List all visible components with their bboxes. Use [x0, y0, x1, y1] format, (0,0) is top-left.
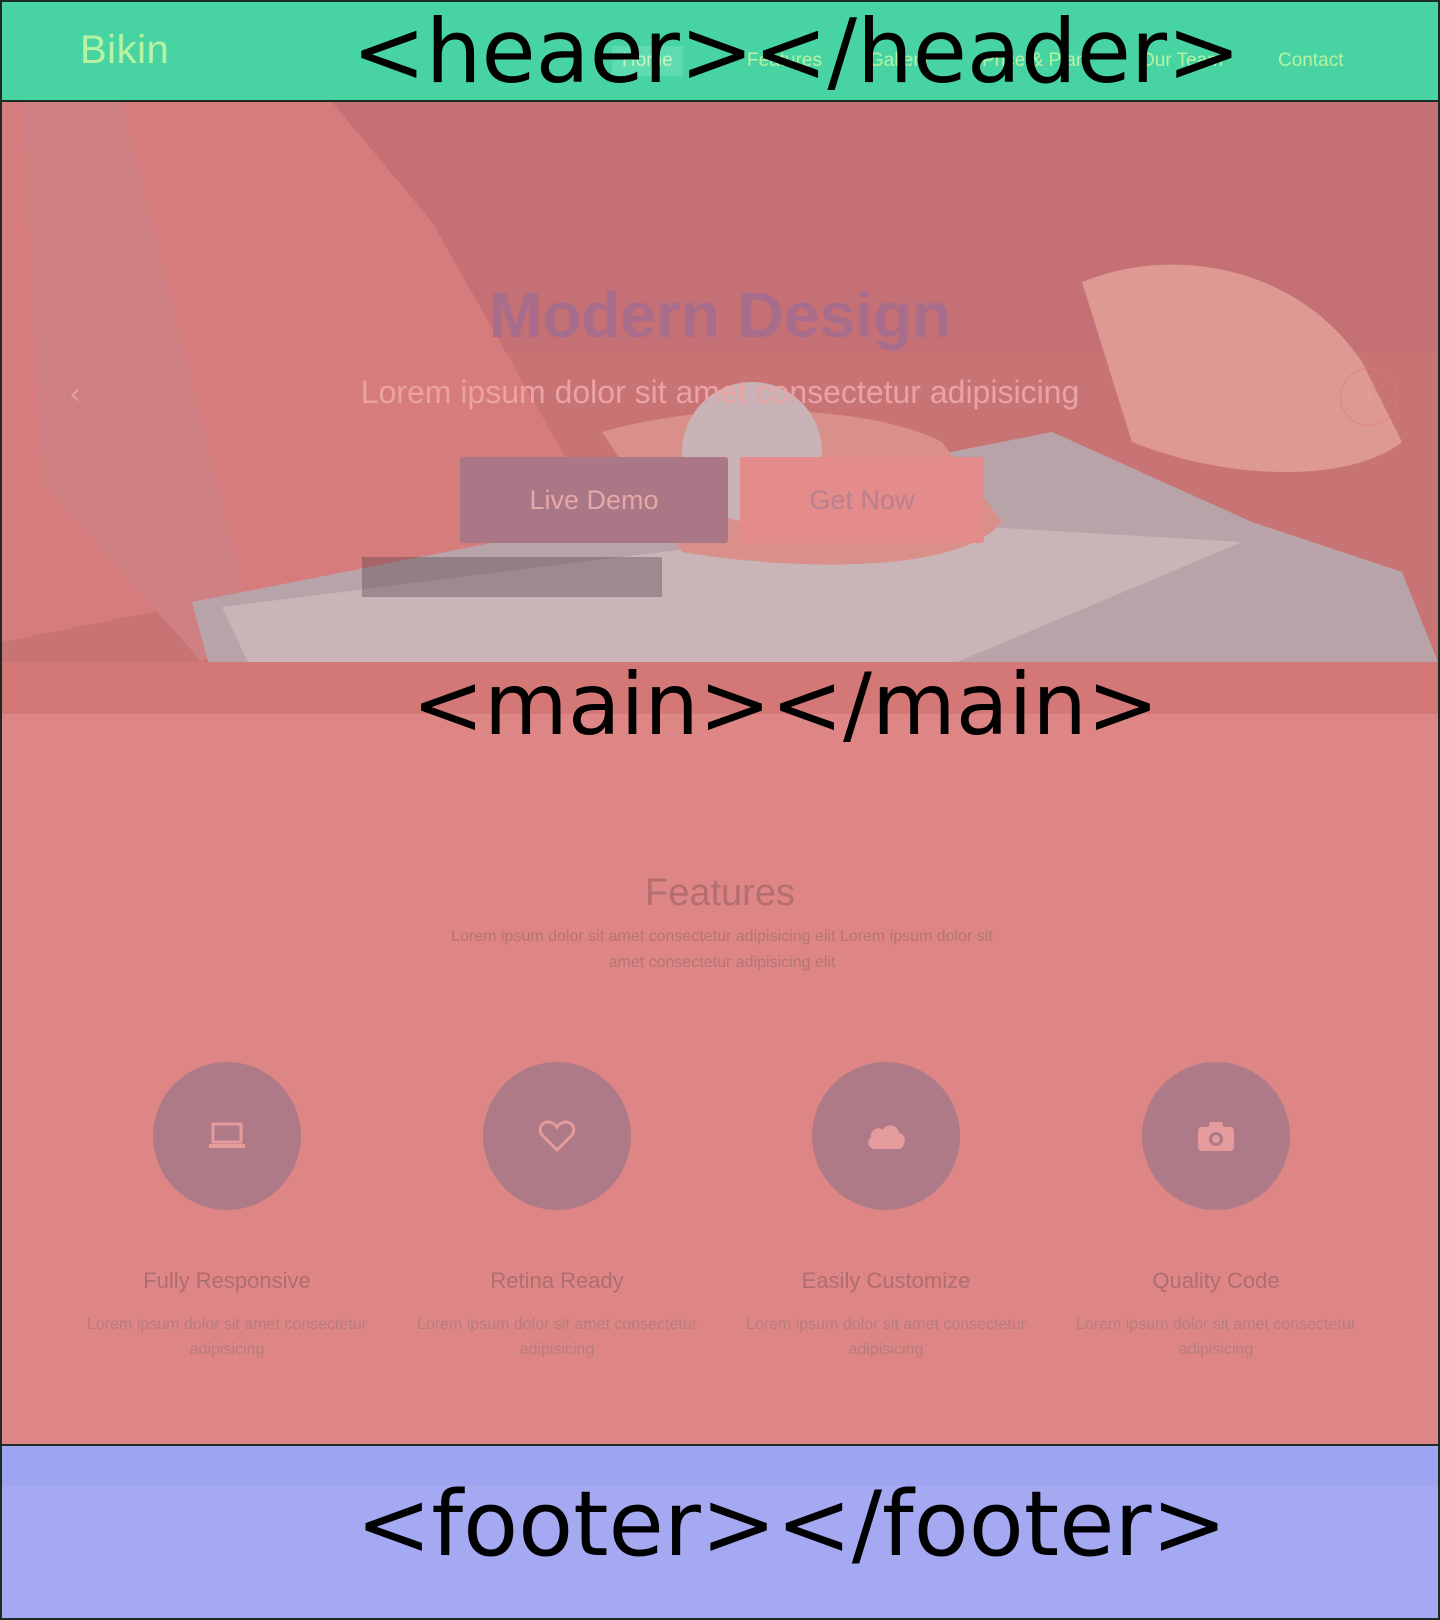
camera-icon	[1198, 1122, 1234, 1151]
features-description: Lorem ipsum dolor sit amet consectetur a…	[451, 928, 993, 971]
feature-description: Lorem ipsum dolor sit amet consectetur a…	[1075, 1316, 1357, 1358]
hero-subtitle: Lorem ipsum dolor sit amet consectetur a…	[360, 374, 1080, 410]
main-nav: Home Features Gallery Price & Plan Our T…	[2, 46, 1438, 76]
laptop-icon	[209, 1122, 245, 1148]
feature-icon-circle	[812, 1062, 960, 1210]
footer-top-band	[2, 1446, 1438, 1486]
feature-card: Easily Customize Lorem ipsum dolor sit a…	[721, 1062, 1051, 1362]
feature-description: Lorem ipsum dolor sit amet consectetur a…	[86, 1316, 368, 1358]
live-demo-button[interactable]: Live Demo	[460, 457, 728, 543]
nav-home[interactable]: Home	[612, 46, 683, 76]
nav-our-team[interactable]: Our Team	[1130, 46, 1233, 76]
nav-gallery[interactable]: Gallery	[859, 46, 939, 76]
feature-icon-circle	[483, 1062, 631, 1210]
feature-title: Fully Responsive	[143, 1268, 311, 1293]
main-content: Modern Design Lorem ipsum dolor sit amet…	[0, 102, 1440, 1446]
nav-price-plan[interactable]: Price & Plan	[972, 46, 1097, 76]
feature-card: Quality Code Lorem ipsum dolor sit amet …	[1051, 1062, 1381, 1362]
feature-description: Lorem ipsum dolor sit amet consectetur a…	[416, 1316, 698, 1358]
feature-description: Lorem ipsum dolor sit amet consectetur a…	[745, 1316, 1027, 1358]
feature-title: Retina Ready	[490, 1268, 624, 1293]
site-header: Bikin Home Features Gallery Price & Plan…	[0, 0, 1440, 102]
feature-icon-circle	[1142, 1062, 1290, 1210]
hero-title: Modern Design	[488, 279, 952, 351]
prev-slide-arrow-icon[interactable]: ‹	[46, 368, 104, 426]
feature-card: Retina Ready Lorem ipsum dolor sit amet …	[392, 1062, 722, 1362]
feature-title: Quality Code	[1152, 1268, 1280, 1293]
next-slide-arrow-icon[interactable]: ›	[1340, 368, 1398, 426]
nav-features[interactable]: Features	[737, 46, 832, 76]
hero-slider: Modern Design Lorem ipsum dolor sit amet…	[2, 102, 1438, 714]
features-title: Features	[645, 872, 795, 914]
nav-contact[interactable]: Contact	[1268, 46, 1353, 76]
feature-icon-circle	[153, 1062, 301, 1210]
cloud-icon	[868, 1125, 905, 1149]
heart-icon	[538, 1120, 576, 1153]
feature-card: Fully Responsive Lorem ipsum dolor sit a…	[62, 1062, 392, 1362]
feature-title: Easily Customize	[801, 1268, 971, 1293]
site-footer	[0, 1446, 1440, 1620]
get-now-button[interactable]: Get Now	[740, 457, 984, 543]
